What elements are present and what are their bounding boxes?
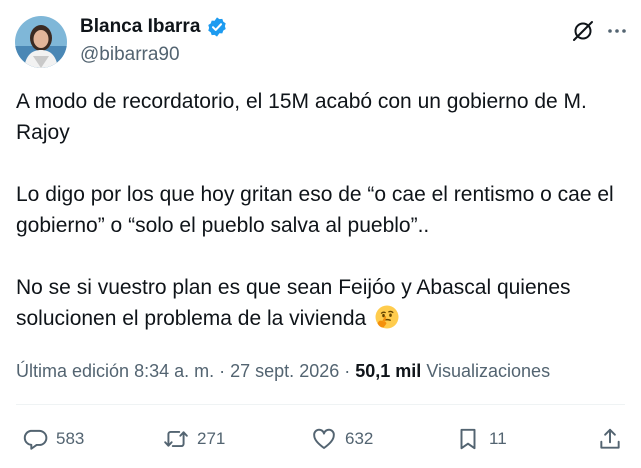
author-handle[interactable]: @bibarra90 (80, 44, 180, 66)
heart-icon (313, 428, 335, 449)
share-button[interactable] (597, 426, 623, 452)
tweet-paragraph: Lo digo por los que hoy gritan eso de “o… (16, 183, 614, 237)
author-name-row: Blanca Ibarra (80, 16, 228, 38)
tweet-paragraph-text: No se si vuestro plan es que sean Feijóo… (16, 276, 571, 330)
like-button[interactable]: 632 (311, 426, 373, 452)
tweet-time[interactable]: 8:34 a. m. (134, 361, 214, 381)
reply-count: 583 (56, 429, 85, 448)
tweet-paragraph: A modo de recordatorio, el 15M acabó con… (16, 90, 587, 144)
author-display-name[interactable]: Blanca Ibarra (80, 16, 200, 38)
bookmark-icon (460, 428, 476, 450)
meta-separator: · (344, 361, 351, 381)
meta-separator: · (219, 361, 226, 381)
thinking-face-emoji-icon (374, 304, 400, 330)
tweet-text: A modo de recordatorio, el 15M acabó con… (16, 86, 628, 334)
bookmark-button[interactable]: 11 (455, 426, 507, 452)
share-icon (600, 428, 620, 449)
edited-label[interactable]: Última edición (16, 361, 129, 381)
tweet-card: Blanca Ibarra @bibarra90 A modo de recor… (0, 0, 641, 468)
bookmark-count: 11 (489, 429, 507, 448)
repost-button[interactable]: 271 (163, 426, 225, 452)
like-count: 632 (345, 429, 374, 448)
more-options-icon[interactable] (605, 19, 629, 43)
tweet-date[interactable]: 27 sept. 2026 (230, 361, 339, 381)
reply-icon (23, 429, 48, 450)
grok-icon[interactable] (571, 19, 595, 43)
repost-icon (164, 430, 188, 448)
repost-count: 271 (197, 429, 226, 448)
reply-button[interactable]: 583 (22, 426, 84, 452)
views-count[interactable]: 50,1 mil (355, 361, 421, 381)
tweet-meta: Última edición 8:34 a. m. · 27 sept. 202… (16, 361, 550, 382)
verified-badge-icon (206, 16, 228, 38)
divider (16, 404, 625, 405)
tweet-paragraph-last: No se si vuestro plan es que sean Feijóo… (16, 272, 628, 334)
views-label[interactable]: Visualizaciones (426, 361, 550, 381)
avatar[interactable] (15, 16, 67, 68)
